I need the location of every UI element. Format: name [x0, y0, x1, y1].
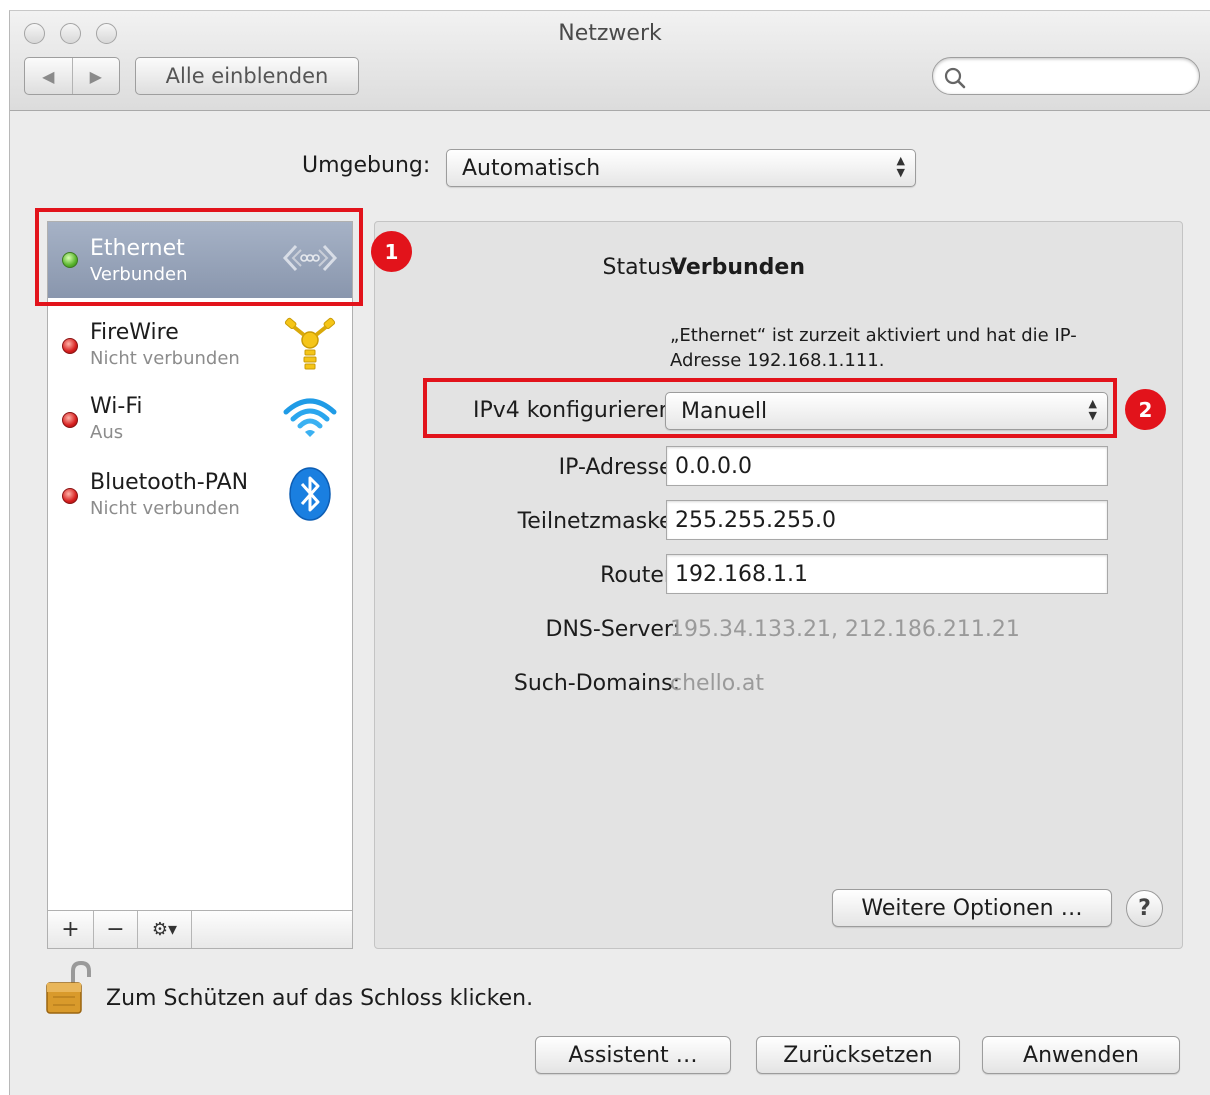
revert-button[interactable]: Zurücksetzen: [756, 1036, 960, 1074]
service-name: Bluetooth-PAN: [90, 470, 249, 495]
annotation-marker-2: 2: [1125, 389, 1166, 430]
add-service-button[interactable]: +: [48, 911, 94, 948]
lock-hint-text: Zum Schützen auf das Schloss klicken.: [106, 986, 534, 1011]
location-popup[interactable]: Automatisch ▲ ▼: [446, 149, 916, 187]
annotation-marker-1: 1: [371, 231, 412, 272]
remove-service-button[interactable]: −: [94, 911, 138, 948]
service-list: Ethernet Verbunden FireWire Nicht verbun…: [47, 221, 353, 949]
location-label: Umgebung:: [302, 153, 431, 178]
service-name: Wi-Fi: [90, 394, 143, 419]
status-dot-disconnected: [62, 488, 78, 504]
service-status: Aus: [90, 422, 124, 443]
ip-address-label: IP-Adresse:: [558, 455, 680, 480]
router-field[interactable]: 192.168.1.1: [666, 554, 1108, 594]
highlight-box-ethernet: [35, 208, 363, 306]
search-domains-label: Such-Domains:: [513, 671, 680, 696]
wifi-icon: [283, 398, 337, 437]
window-title: Netzwerk: [558, 21, 662, 46]
highlight-box-ipv4: [423, 378, 1117, 438]
network-preferences-window: Netzwerk ◀ ▶ Alle einblenden Umgebung: A…: [9, 10, 1210, 1095]
status-dot-disconnected: [62, 338, 78, 354]
status-dot-disconnected: [62, 412, 78, 428]
service-status: Nicht verbunden: [90, 348, 240, 369]
navigation-buttons: ◀ ▶: [24, 57, 120, 95]
dns-server-label: DNS-Server:: [545, 617, 680, 642]
assistant-button[interactable]: Assistent …: [535, 1036, 731, 1074]
back-button[interactable]: ◀: [25, 58, 73, 94]
dns-server-value: 195.34.133.21, 212.186.211.21: [670, 617, 1020, 642]
action-menu-button[interactable]: ⚙▾: [138, 911, 192, 948]
status-value: Verbunden: [670, 255, 805, 280]
status-note: „Ethernet“ ist zurzeit aktiviert und hat…: [670, 325, 1077, 371]
subnet-mask-label: Teilnetzmaske:: [517, 509, 680, 534]
service-list-toolbar: + − ⚙▾: [48, 910, 352, 948]
popup-arrows-icon: ▲ ▼: [896, 154, 905, 179]
subnet-mask-field[interactable]: 255.255.255.0: [666, 500, 1108, 540]
bluetooth-icon: [289, 467, 331, 521]
search-domains-value: chello.at: [670, 671, 764, 696]
search-field[interactable]: [932, 57, 1200, 95]
service-name: FireWire: [90, 320, 179, 345]
service-status: Nicht verbunden: [90, 498, 240, 519]
service-item-bluetooth-pan[interactable]: Bluetooth-PAN Nicht verbunden: [48, 450, 352, 526]
apply-button[interactable]: Anwenden: [982, 1036, 1180, 1074]
firewire-icon: [284, 317, 336, 370]
more-options-button[interactable]: Weitere Optionen …: [832, 889, 1112, 927]
status-label: Status:: [602, 255, 680, 280]
window-titlebar: Netzwerk ◀ ▶ Alle einblenden: [10, 11, 1210, 111]
service-item-firewire[interactable]: FireWire Nicht verbunden: [48, 298, 352, 374]
location-value: Automatisch: [462, 155, 601, 181]
service-item-wifi[interactable]: Wi-Fi Aus: [48, 374, 352, 450]
help-button[interactable]: ?: [1126, 890, 1163, 927]
search-icon: [944, 67, 966, 89]
show-all-button[interactable]: Alle einblenden: [135, 57, 359, 95]
forward-button[interactable]: ▶: [73, 58, 120, 94]
lock-icon[interactable]: [43, 961, 99, 1017]
ip-address-field[interactable]: 0.0.0.0: [666, 446, 1108, 486]
